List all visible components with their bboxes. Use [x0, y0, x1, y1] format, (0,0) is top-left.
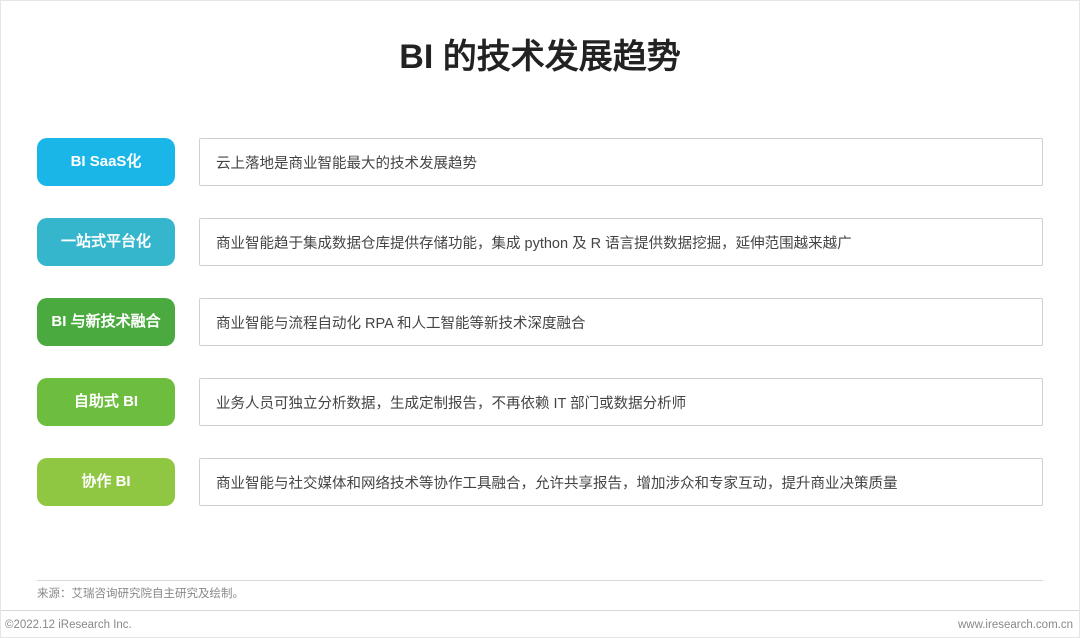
trend-desc: 商业智能与流程自动化 RPA 和人工智能等新技术深度融合 [199, 298, 1043, 346]
trend-row: 自助式 BI 业务人员可独立分析数据，生成定制报告，不再依赖 IT 部门或数据分… [37, 378, 1043, 426]
trend-desc: 云上落地是商业智能最大的技术发展趋势 [199, 138, 1043, 186]
trend-row: BI SaaS化 云上落地是商业智能最大的技术发展趋势 [37, 138, 1043, 186]
trend-row: 一站式平台化 商业智能趋于集成数据仓库提供存储功能，集成 python 及 R … [37, 218, 1043, 266]
trend-row: 协作 BI 商业智能与社交媒体和网络技术等协作工具融合，允许共享报告，增加涉众和… [37, 458, 1043, 506]
trend-badge: 自助式 BI [37, 378, 175, 426]
trend-badge: BI SaaS化 [37, 138, 175, 186]
copyright-text: ©2022.12 iResearch Inc. [5, 619, 132, 631]
trend-list: BI SaaS化 云上落地是商业智能最大的技术发展趋势 一站式平台化 商业智能趋… [37, 138, 1043, 506]
source-text: 来源：艾瑞咨询研究院自主研究及绘制。 [37, 585, 244, 601]
trend-badge: 一站式平台化 [37, 218, 175, 266]
page-title: BI 的技术发展趋势 [37, 29, 1043, 78]
divider [1, 610, 1079, 611]
trend-desc: 商业智能与社交媒体和网络技术等协作工具融合，允许共享报告，增加涉众和专家互动，提… [199, 458, 1043, 506]
trend-row: BI 与新技术融合 商业智能与流程自动化 RPA 和人工智能等新技术深度融合 [37, 298, 1043, 346]
trend-desc: 商业智能趋于集成数据仓库提供存储功能，集成 python 及 R 语言提供数据挖… [199, 218, 1043, 266]
trend-badge: BI 与新技术融合 [37, 298, 175, 346]
trend-badge: 协作 BI [37, 458, 175, 506]
divider [37, 580, 1043, 581]
site-url: www.iresearch.com.cn [958, 619, 1073, 631]
trend-desc: 业务人员可独立分析数据，生成定制报告，不再依赖 IT 部门或数据分析师 [199, 378, 1043, 426]
